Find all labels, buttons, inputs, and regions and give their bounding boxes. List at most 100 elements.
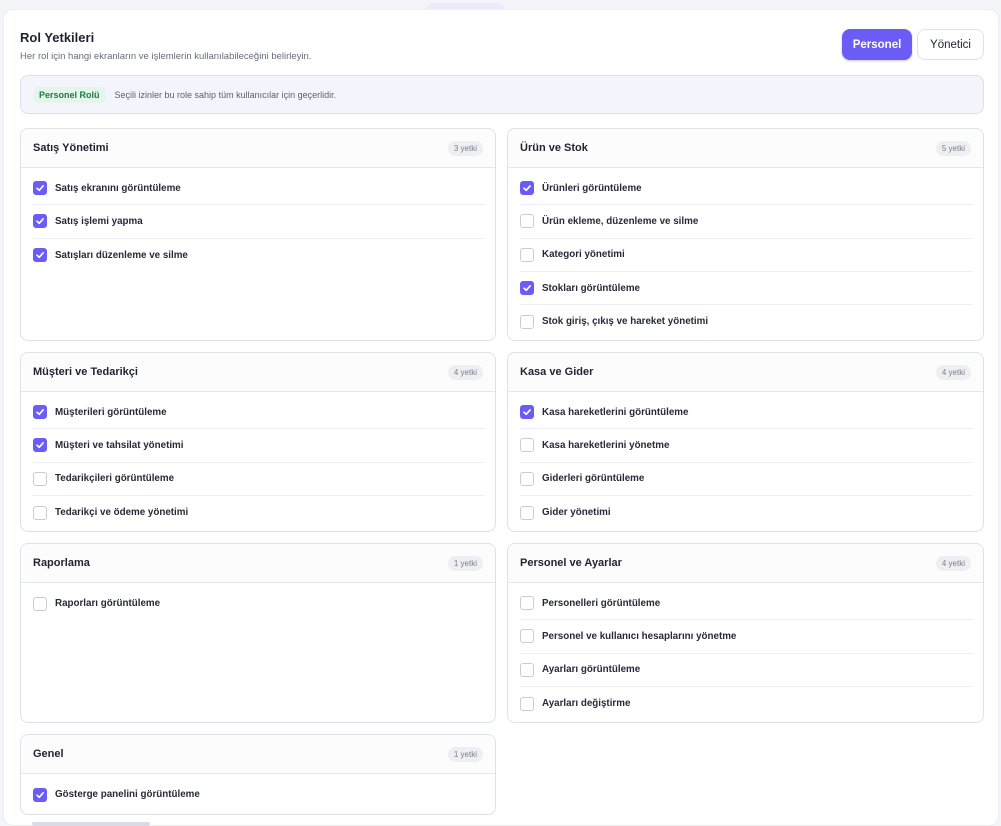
group-title: Ürün ve Stok bbox=[520, 142, 588, 154]
check-icon bbox=[523, 409, 531, 416]
permission-count-badge: 4 yetki bbox=[447, 364, 483, 380]
permission-label: Raporları görüntüleme bbox=[55, 598, 161, 610]
permission-label: Kategori yönetimi bbox=[542, 249, 625, 261]
group-title: Müşteri ve Tedarikçi bbox=[33, 366, 138, 378]
permission-list: Müşterileri görüntüleme Müşteri ve tahsil… bbox=[21, 392, 495, 529]
group-title: Satış Yönetimi bbox=[33, 142, 109, 154]
role-personel-button[interactable]: Personel bbox=[842, 29, 912, 60]
group-header: Ürün ve Stok 5 yetki bbox=[508, 129, 983, 168]
permission-item[interactable]: Ayarları görüntüleme bbox=[520, 654, 973, 687]
group-title: Kasa ve Gider bbox=[520, 366, 594, 378]
permission-item[interactable]: Kategori yönetimi bbox=[520, 239, 973, 272]
permission-group-card: Ürün ve Stok 5 yetki Ürünleri görüntüleme Ü… bbox=[507, 128, 984, 341]
permission-list: Ürünleri görüntüleme Ürün ekleme, düzenle… bbox=[508, 168, 983, 338]
permission-item[interactable]: Giderleri görüntüleme bbox=[520, 463, 973, 496]
permission-checkbox[interactable] bbox=[520, 281, 534, 296]
permission-checkbox[interactable] bbox=[33, 438, 47, 453]
permission-checkbox[interactable] bbox=[520, 181, 534, 196]
permission-label: Satış ekranını görüntüleme bbox=[55, 182, 181, 194]
permission-item[interactable]: Ürünleri görüntüleme bbox=[520, 172, 973, 206]
permission-item[interactable]: Personelleri görüntüleme bbox=[520, 587, 973, 621]
permission-group-card: Müşteri ve Tedarikçi 4 yetki Müşterileri g… bbox=[20, 352, 496, 532]
group-header: Kasa ve Gider 4 yetki bbox=[508, 353, 983, 392]
permission-checkbox[interactable] bbox=[520, 505, 534, 520]
permission-label: Kasa hareketlerini görüntüleme bbox=[542, 406, 689, 418]
role-info-bar: Personel Rolü Seçili izinler bu role sah… bbox=[20, 75, 984, 114]
permission-group-card: Personel ve Ayarlar 4 yetki Personelleri g… bbox=[507, 543, 984, 723]
page-subtitle: Her rol için hangi ekranların ve işlemle… bbox=[20, 51, 312, 62]
permission-checkbox[interactable] bbox=[33, 505, 47, 520]
permission-item[interactable]: Satışları düzenleme ve silme bbox=[33, 239, 485, 272]
permission-group-card: Genel 1 yetki Gösterge panelini görüntülem… bbox=[20, 734, 496, 815]
permission-checkbox[interactable] bbox=[520, 596, 534, 611]
permission-list: Gösterge panelini görüntüleme bbox=[21, 774, 495, 811]
permission-item[interactable]: Stok giriş, çıkış ve hareket yönetimi bbox=[520, 305, 973, 338]
permission-item[interactable]: Ayarları değiştirme bbox=[520, 687, 973, 720]
permission-label: Stokları görüntüleme bbox=[542, 282, 640, 294]
permission-count-badge: 1 yetki bbox=[447, 746, 483, 762]
group-header: Personel ve Ayarlar 4 yetki bbox=[508, 544, 983, 583]
permission-checkbox[interactable] bbox=[33, 471, 47, 486]
check-icon bbox=[36, 791, 44, 798]
check-icon bbox=[36, 252, 44, 259]
page-title: Rol Yetkileri bbox=[20, 30, 95, 45]
permission-checkbox[interactable] bbox=[520, 405, 534, 420]
permission-label: Satış işlemi yapma bbox=[55, 215, 143, 227]
permission-checkbox[interactable] bbox=[33, 596, 47, 611]
permission-group-card: Kasa ve Gider 4 yetki Kasa hareketlerini g… bbox=[507, 352, 984, 532]
permission-label: Ayarları görüntüleme bbox=[542, 664, 641, 676]
check-icon bbox=[36, 185, 44, 192]
permission-label: Satışları düzenleme ve silme bbox=[55, 249, 188, 261]
permission-checkbox[interactable] bbox=[520, 247, 534, 262]
permission-checkbox[interactable] bbox=[520, 662, 534, 677]
permission-group-card: Satış Yönetimi 3 yetki Satış ekranını görü… bbox=[20, 128, 496, 341]
permission-item[interactable]: Müşterileri görüntüleme bbox=[33, 396, 485, 430]
permission-checkbox[interactable] bbox=[33, 248, 47, 263]
permission-item[interactable]: Personel ve kullanıcı hesaplarını yönetm… bbox=[520, 620, 973, 654]
permission-list: Personelleri görüntüleme Personel ve kull… bbox=[508, 583, 983, 720]
permission-list: Satış ekranını görüntüleme Satış işlemi y… bbox=[21, 168, 495, 272]
permission-item[interactable]: Kasa hareketlerini yönetme bbox=[520, 429, 973, 463]
check-icon bbox=[36, 442, 44, 449]
permission-count-badge: 3 yetki bbox=[447, 140, 483, 156]
permission-checkbox[interactable] bbox=[520, 438, 534, 453]
permission-item[interactable]: Raporları görüntüleme bbox=[33, 587, 485, 620]
group-title: Genel bbox=[33, 748, 64, 760]
permission-item[interactable]: Ürün ekleme, düzenleme ve silme bbox=[520, 205, 973, 239]
permission-label: Personelleri görüntüleme bbox=[542, 597, 661, 609]
permission-label: Tedarikçi ve ödeme yönetimi bbox=[55, 507, 189, 519]
permission-item[interactable]: Stokları görüntüleme bbox=[520, 272, 973, 306]
permission-checkbox[interactable] bbox=[520, 214, 534, 229]
permission-label: Ayarları değiştirme bbox=[542, 698, 631, 710]
permission-item[interactable]: Gider yönetimi bbox=[520, 496, 973, 529]
permission-group-card: Raporlama 1 yetki Raporları görüntüleme bbox=[20, 543, 496, 723]
role-info-text: Seçili izinler bu role sahip tüm kullanı… bbox=[114, 89, 337, 100]
permission-item[interactable]: Gösterge panelini görüntüleme bbox=[33, 778, 485, 811]
group-header: Raporlama 1 yetki bbox=[21, 544, 495, 583]
permission-checkbox[interactable] bbox=[33, 181, 47, 196]
permission-label: Gider yönetimi bbox=[542, 507, 611, 519]
page-header: Rol Yetkileri Her rol için hangi ekranla… bbox=[20, 30, 311, 62]
role-yonetici-button[interactable]: Yönetici bbox=[917, 29, 984, 60]
check-icon bbox=[523, 185, 531, 192]
group-title: Raporlama bbox=[33, 557, 90, 569]
check-icon bbox=[36, 218, 44, 225]
permission-item[interactable]: Tedarikçi ve ödeme yönetimi bbox=[33, 496, 485, 529]
group-header: Müşteri ve Tedarikçi 4 yetki bbox=[21, 353, 495, 392]
permission-item[interactable]: Satış işlemi yapma bbox=[33, 205, 485, 239]
permission-checkbox[interactable] bbox=[33, 214, 47, 229]
permission-item[interactable]: Tedarikçileri görüntüleme bbox=[33, 463, 485, 496]
permission-checkbox[interactable] bbox=[33, 405, 47, 420]
permission-checkbox[interactable] bbox=[520, 696, 534, 711]
permission-checkbox[interactable] bbox=[520, 314, 534, 329]
permission-label: Gösterge panelini görüntüleme bbox=[55, 789, 200, 801]
permission-item[interactable]: Müşteri ve tahsilat yönetimi bbox=[33, 429, 485, 463]
permission-checkbox[interactable] bbox=[520, 471, 534, 486]
permission-item[interactable]: Kasa hareketlerini görüntüleme bbox=[520, 396, 973, 430]
scroll-hint-strip bbox=[32, 822, 150, 826]
check-icon bbox=[523, 285, 531, 292]
permission-item[interactable]: Satış ekranını görüntüleme bbox=[33, 172, 485, 206]
check-icon bbox=[36, 409, 44, 416]
permission-checkbox[interactable] bbox=[33, 787, 47, 802]
permission-checkbox[interactable] bbox=[520, 629, 534, 644]
